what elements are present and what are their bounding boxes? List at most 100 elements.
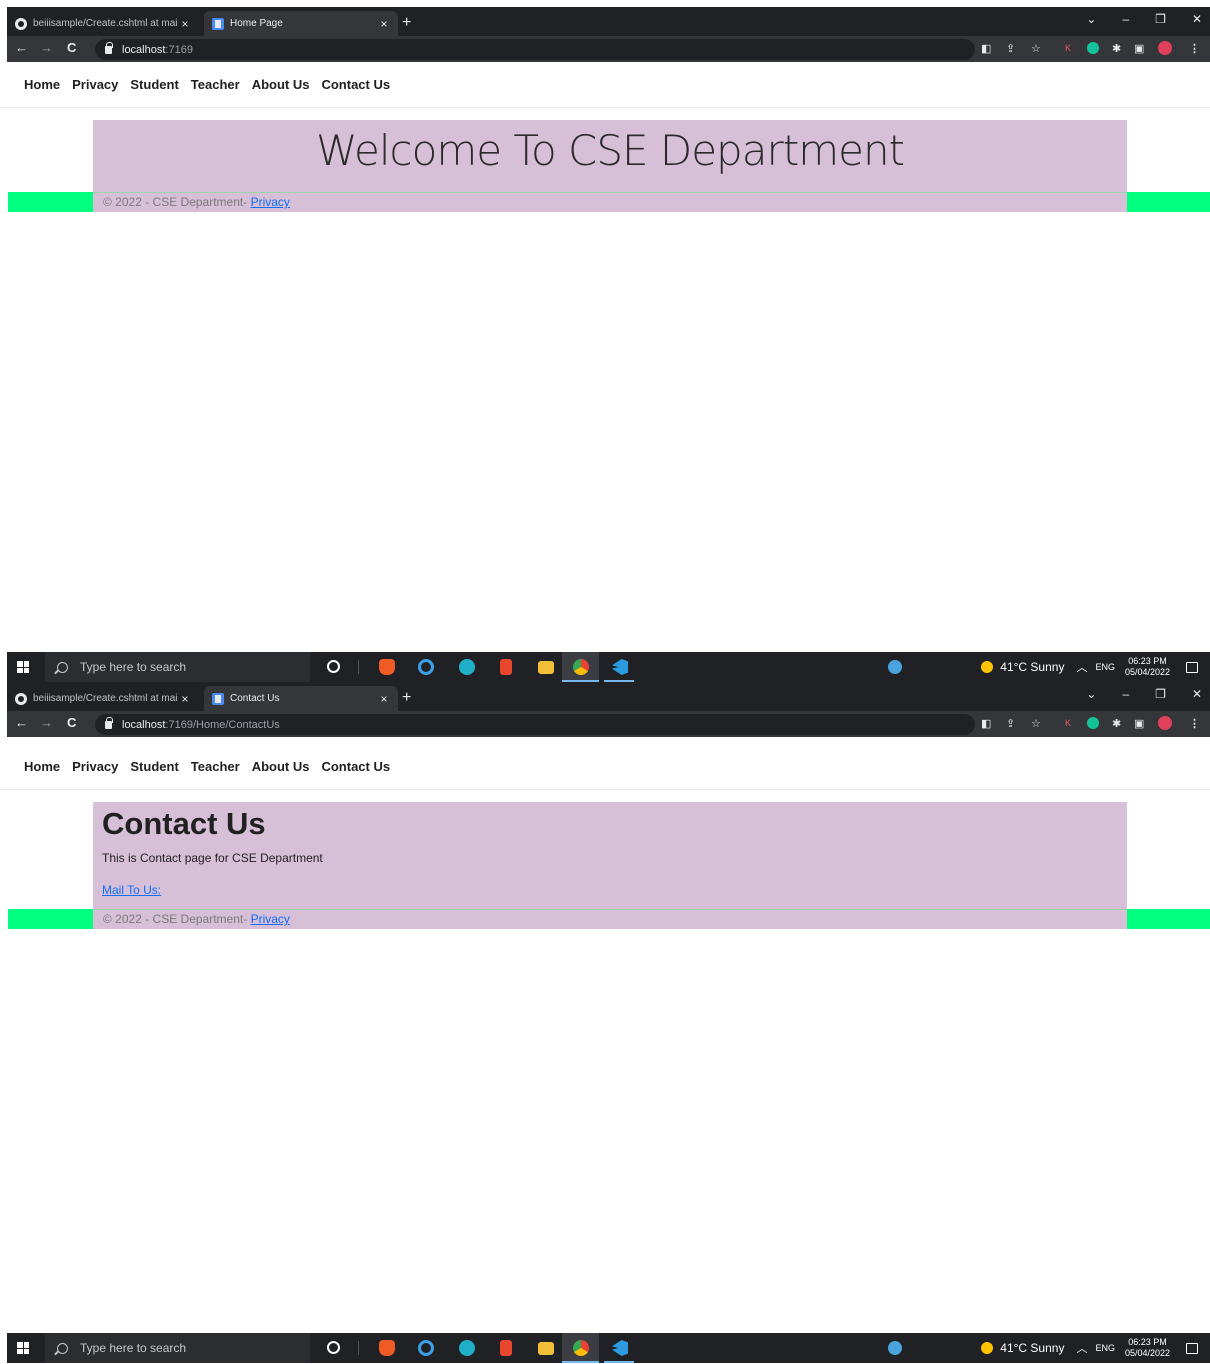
tab-github[interactable]: beiiisample/Create.cshtml at mai ×	[7, 686, 199, 711]
edge-icon[interactable]	[459, 1340, 475, 1356]
nav-contact-us[interactable]: Contact Us	[321, 77, 390, 92]
side-panel-icon[interactable]: ▣	[1134, 42, 1144, 55]
forward-icon[interactable]: →	[40, 715, 53, 730]
file-explorer-icon[interactable]	[538, 661, 554, 674]
back-icon[interactable]: ←	[15, 40, 28, 55]
kebab-menu-icon[interactable]: ⋮	[1189, 42, 1200, 55]
profile-avatar-icon[interactable]	[1158, 716, 1172, 730]
site-navbar: Home Privacy Student Teacher About Us Co…	[0, 62, 1210, 108]
close-window-button[interactable]: ✕	[1192, 687, 1202, 701]
brave-icon[interactable]	[379, 1340, 395, 1356]
footer-privacy-link[interactable]: Privacy	[251, 912, 290, 926]
tab-search-icon[interactable]: ⌄	[1086, 12, 1096, 26]
brave-icon[interactable]	[379, 659, 395, 675]
chevron-up-icon[interactable]: ︿	[1076, 659, 1087, 675]
share-icon[interactable]: ⇪	[1006, 717, 1015, 730]
nav-privacy[interactable]: Privacy	[72, 759, 118, 774]
close-tab-icon[interactable]: ×	[177, 17, 193, 31]
clock[interactable]: 06:23 PM 05/04/2022	[1125, 1337, 1170, 1359]
restore-button[interactable]: ❐	[1155, 687, 1166, 701]
weather-text[interactable]: 41°C Sunny	[1000, 660, 1064, 674]
bookmark-star-icon[interactable]: ☆	[1031, 42, 1041, 55]
grammarly-icon[interactable]	[1087, 42, 1099, 54]
extensions-puzzle-icon[interactable]: ✱	[1112, 42, 1121, 55]
nav-contact-us[interactable]: Contact Us	[321, 759, 390, 774]
nav-privacy[interactable]: Privacy	[72, 77, 118, 92]
extensions-puzzle-icon[interactable]: ✱	[1112, 717, 1121, 730]
grammarly-icon[interactable]	[1087, 717, 1099, 729]
vscode-icon[interactable]	[612, 1340, 628, 1356]
help-icon[interactable]	[888, 1341, 902, 1355]
tab-home-page[interactable]: Home Page ×	[204, 11, 398, 36]
address-bar[interactable]: localhost:7169/Home/ContactUs	[95, 714, 975, 735]
chrome-icon[interactable]	[573, 1340, 589, 1356]
cortana-icon[interactable]	[327, 1341, 340, 1354]
clock[interactable]: 06:23 PM 05/04/2022	[1125, 656, 1170, 678]
profile-avatar-icon[interactable]	[1158, 41, 1172, 55]
mail-to-us-link[interactable]: Mail To Us:	[102, 883, 161, 897]
taskbar-search[interactable]: Type here to search	[45, 1333, 310, 1363]
side-panel-icon[interactable]: ▣	[1134, 717, 1144, 730]
language-indicator[interactable]: ENG	[1095, 662, 1115, 672]
window-controls: ⌄ – ❐ ✕	[1086, 12, 1202, 26]
language-indicator[interactable]: ENG	[1095, 1343, 1115, 1353]
new-tab-button[interactable]: +	[402, 689, 411, 707]
cortana-icon[interactable]	[327, 660, 340, 673]
footer-copyright: © 2022 - CSE Department-	[103, 912, 248, 926]
minimize-button[interactable]: –	[1122, 687, 1129, 701]
contact-description: This is Contact page for CSE Department	[102, 851, 323, 865]
tab-strip: beiiisample/Create.cshtml at mai × Home …	[7, 7, 1210, 36]
reload-icon[interactable]: C	[67, 715, 76, 730]
office-icon[interactable]	[500, 1340, 512, 1356]
nav-student[interactable]: Student	[130, 77, 178, 92]
vscode-icon[interactable]	[612, 659, 628, 675]
tab-search-icon[interactable]: ⌄	[1086, 687, 1096, 701]
nav-student[interactable]: Student	[130, 759, 178, 774]
file-explorer-icon[interactable]	[538, 1342, 554, 1355]
nav-about-us[interactable]: About Us	[252, 759, 310, 774]
footer: © 2022 - CSE Department- Privacy	[93, 909, 1127, 929]
nav-about-us[interactable]: About Us	[252, 77, 310, 92]
notification-icon[interactable]	[1186, 661, 1198, 673]
close-tab-icon[interactable]: ×	[177, 692, 193, 706]
office-icon[interactable]	[500, 659, 512, 675]
forward-icon[interactable]: →	[40, 40, 53, 55]
nav-home[interactable]: Home	[24, 77, 60, 92]
minimize-button[interactable]: –	[1122, 12, 1129, 26]
taskbar-search[interactable]: Type here to search	[45, 652, 310, 682]
tab-label: beiiisample/Create.cshtml at mai	[33, 18, 177, 29]
edge-icon[interactable]	[459, 659, 475, 675]
tab-contact-us[interactable]: Contact Us ×	[204, 686, 398, 711]
new-tab-button[interactable]: +	[402, 14, 411, 32]
nav-teacher[interactable]: Teacher	[191, 77, 240, 92]
address-bar[interactable]: localhost:7169	[95, 39, 975, 60]
internet-explorer-icon[interactable]	[418, 659, 434, 675]
translate-icon[interactable]: ◧	[981, 717, 991, 730]
close-window-button[interactable]: ✕	[1192, 12, 1202, 26]
tab-label: beiiisample/Create.cshtml at mai	[33, 693, 177, 704]
close-tab-icon[interactable]: ×	[376, 17, 392, 31]
share-icon[interactable]: ⇪	[1006, 42, 1015, 55]
kebab-menu-icon[interactable]: ⋮	[1189, 717, 1200, 730]
reload-icon[interactable]: C	[67, 40, 76, 55]
notification-icon[interactable]	[1186, 1342, 1198, 1354]
nav-teacher[interactable]: Teacher	[191, 759, 240, 774]
windows-start-icon[interactable]	[17, 1342, 29, 1354]
restore-button[interactable]: ❐	[1155, 12, 1166, 26]
internet-explorer-icon[interactable]	[418, 1340, 434, 1356]
windows-start-icon[interactable]	[17, 661, 29, 673]
bookmark-star-icon[interactable]: ☆	[1031, 717, 1041, 730]
chevron-up-icon[interactable]: ︿	[1076, 1340, 1087, 1356]
close-tab-icon[interactable]: ×	[376, 692, 392, 706]
help-icon[interactable]	[888, 660, 902, 674]
weather-text[interactable]: 41°C Sunny	[1000, 1341, 1064, 1355]
footer-privacy-link[interactable]: Privacy	[251, 195, 290, 209]
chrome-icon[interactable]	[573, 659, 589, 675]
system-tray: 41°C Sunny ︿ ENG 06:23 PM 05/04/2022	[888, 652, 1210, 682]
k-extension-icon[interactable]: K	[1065, 718, 1071, 728]
tab-github[interactable]: beiiisample/Create.cshtml at mai ×	[7, 11, 199, 36]
nav-home[interactable]: Home	[24, 759, 60, 774]
back-icon[interactable]: ←	[15, 715, 28, 730]
translate-icon[interactable]: ◧	[981, 42, 991, 55]
k-extension-icon[interactable]: K	[1065, 43, 1071, 53]
